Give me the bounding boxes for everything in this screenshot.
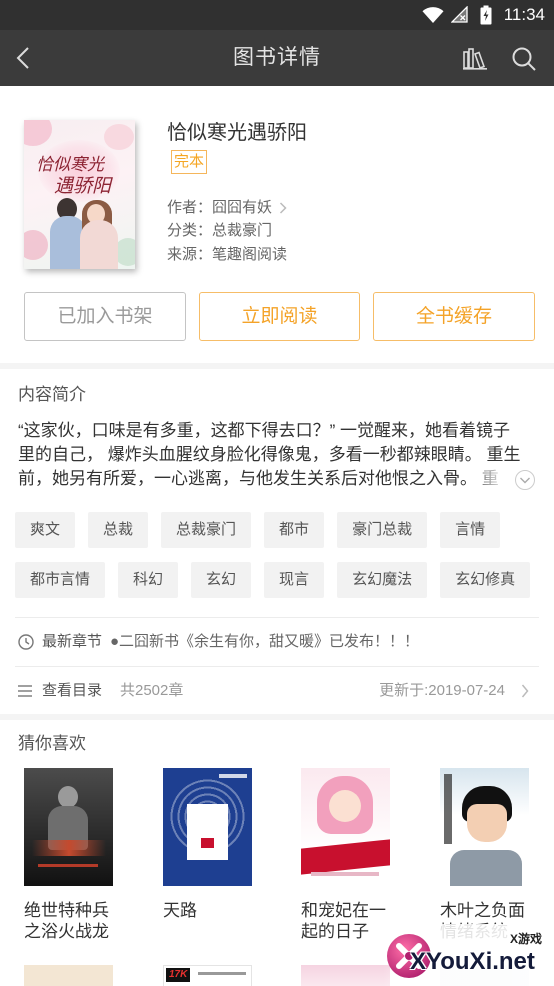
divider (15, 617, 539, 618)
clock-icon (18, 634, 34, 650)
intro-heading: 内容简介 (18, 385, 86, 404)
add-to-shelf-button[interactable]: 已加入书架 (24, 292, 186, 341)
recommend-book-title[interactable]: 天路 (163, 900, 252, 921)
cover-logo: 17K (166, 968, 191, 982)
recommend-book-title[interactable]: 绝世特种兵之浴火战龙 (24, 900, 113, 942)
book-cover: 恰似寒光 遇骄阳 (24, 120, 135, 269)
recommend-book-cover[interactable] (163, 768, 252, 886)
tag[interactable]: 玄幻魔法 (337, 562, 428, 598)
watermark: X游戏 XYouXi.net (383, 924, 554, 986)
author-row[interactable]: 作者：囧囧有妖 (167, 198, 272, 218)
battery-charging-icon (480, 5, 492, 25)
status-bar: 11:34 (0, 0, 554, 30)
intro-line: 里的自己， 爆炸头血腥纹身脸化得像鬼，多看一秒都辣眼睛。 重生 (18, 445, 521, 464)
tag[interactable]: 现言 (264, 562, 325, 598)
status-time: 11:34 (503, 5, 545, 24)
recommend-book-cover[interactable] (301, 768, 390, 886)
recommend-book-cover[interactable] (24, 768, 113, 886)
intro-text[interactable]: “这家伙，口味是有多重，这都下得去口？” 一觉醒来，她看着镜子 里的自己， 爆炸… (18, 419, 538, 491)
bookshelf-icon (462, 46, 488, 70)
tag[interactable]: 豪门总裁 (337, 512, 428, 548)
book-title: 恰似寒光遇骄阳 (167, 122, 307, 144)
tag[interactable]: 都市 (264, 512, 325, 548)
chapter-count: 共2502章 (120, 682, 184, 699)
category-label: 分类： (167, 222, 213, 239)
no-signal-icon (451, 6, 468, 23)
source-row: 来源：笔趣阁阅读 (167, 245, 287, 265)
latest-chapter-title[interactable]: ●二囧新书《余生有你，甜又暖》已发布！！！ (110, 630, 419, 654)
tag[interactable]: 都市言情 (15, 562, 106, 598)
recommend-book-cover[interactable] (24, 965, 113, 986)
intro-line: 前，她另有所爱，一心逃离，与他发生关系后对他恨之入骨。 重 (18, 469, 499, 488)
recommend-book-cover[interactable]: 17K (163, 965, 252, 986)
tag[interactable]: 玄幻修真 (440, 562, 531, 598)
tag[interactable]: 言情 (440, 512, 501, 548)
cache-all-button[interactable]: 全书缓存 (373, 292, 535, 341)
watermark-brand: XYouXi.net (410, 948, 535, 975)
search-icon (511, 46, 537, 72)
tag[interactable]: 爽文 (15, 512, 76, 548)
tag[interactable]: 玄幻 (191, 562, 252, 598)
catalog-label: 查看目录 (42, 682, 103, 699)
source-label: 来源： (167, 246, 213, 263)
category-value: 总裁豪门 (212, 222, 273, 239)
section-separator (0, 363, 554, 369)
intro-line: “这家伙，口味是有多重，这都下得去口？” 一觉醒来，她看着镜子 (18, 421, 511, 440)
source-value: 笔趣阁阅读 (212, 246, 288, 263)
updated-date: 更新于:2019-07-24 (379, 682, 505, 699)
chevron-down-circle-icon[interactable] (514, 469, 536, 491)
tag[interactable]: 科幻 (118, 562, 179, 598)
recommend-book-title[interactable]: 和宠妃在一起的日子 (301, 900, 390, 942)
status-badge: 完本 (171, 150, 208, 174)
tag[interactable]: 总裁 (88, 512, 149, 548)
recommend-heading: 猜你喜欢 (18, 734, 86, 753)
section-separator (0, 714, 554, 720)
app-header: 图书详情 (0, 30, 554, 86)
divider (15, 666, 539, 667)
recommend-book-cover[interactable] (301, 965, 390, 986)
tag-list: 爽文 总裁 总裁豪门 都市 豪门总裁 言情 都市言情 科幻 玄幻 现言 玄幻魔法… (15, 512, 539, 598)
chevron-right-icon[interactable] (521, 684, 529, 698)
list-icon (18, 684, 32, 698)
bookshelf-button[interactable] (459, 44, 491, 74)
chevron-right-icon[interactable] (279, 202, 287, 214)
read-now-button[interactable]: 立即阅读 (199, 292, 360, 341)
tag[interactable]: 总裁豪门 (161, 512, 252, 548)
latest-chapter-label: 最新章节 (42, 633, 103, 650)
author-name[interactable]: 囧囧有妖 (212, 199, 272, 216)
author-label: 作者： (167, 199, 213, 216)
category-row: 分类：总裁豪门 (167, 221, 272, 241)
watermark-tag: X游戏 (509, 932, 542, 946)
search-button[interactable] (508, 43, 540, 75)
book-detail-screen: 11:34 图书详情 恰似寒光 遇骄阳 恰似寒光遇骄阳 完本 作者：囧囧有妖 分… (0, 0, 554, 986)
cover-title-art: 遇骄阳 (54, 175, 112, 197)
wifi-icon (422, 7, 444, 23)
recommend-book-cover[interactable] (440, 768, 529, 886)
